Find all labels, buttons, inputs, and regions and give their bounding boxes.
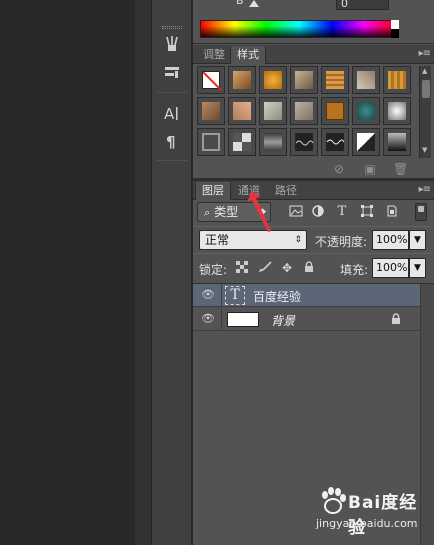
collapsed-panel-strip: A ¶ (152, 0, 192, 545)
smart-object-filter-icon[interactable] (384, 205, 400, 219)
style-swatch[interactable] (383, 128, 411, 156)
text-layer-thumbnail: T (225, 286, 245, 305)
annotation-arrow-icon (247, 191, 271, 232)
watermark: Bai度经验 jingyan.baidu.com (316, 486, 422, 538)
chevron-updown-icon: ⇕ (294, 235, 302, 245)
trash-icon[interactable]: 🗑 (393, 162, 408, 176)
style-swatch[interactable] (228, 128, 256, 156)
style-swatch[interactable] (321, 128, 349, 156)
style-swatch[interactable] (383, 97, 411, 125)
strip-separator (156, 92, 188, 93)
style-swatch[interactable] (228, 97, 256, 125)
panel-column: B 0 调整 样式 ▸≡ ▲ ▼ ⊘ ▣ 🗑 图层 通道 路径 ▸≡ ⌕ 类型 … (193, 0, 434, 545)
paw-logo-icon (322, 487, 346, 514)
svg-text:A: A (164, 105, 175, 122)
dock-grip[interactable] (162, 26, 182, 29)
layer-filter-row: ⌕ 类型 ◆ T (193, 200, 434, 225)
styles-panel-header: 调整 样式 ▸≡ (193, 45, 434, 64)
layers-scrollbar[interactable] (420, 284, 434, 545)
search-icon: ⌕ (204, 206, 211, 219)
character-icon[interactable]: A (160, 104, 184, 126)
styles-grid (197, 66, 419, 158)
channel-label: B (236, 0, 244, 7)
style-swatch-none[interactable] (197, 66, 225, 94)
lock-brush-icon[interactable] (257, 261, 273, 275)
style-swatch[interactable] (228, 66, 256, 94)
adjustment-filter-icon[interactable] (310, 205, 326, 219)
brush-presets-icon[interactable] (160, 35, 184, 57)
tab-adjustments[interactable]: 调整 (197, 46, 231, 64)
new-style-icon[interactable]: ▣ (363, 162, 377, 176)
tab-styles[interactable]: 样式 (230, 46, 266, 64)
fill-dropdown[interactable]: ▼ (409, 258, 426, 278)
tab-layers[interactable]: 图层 (195, 182, 231, 200)
fill-label: 填充: (340, 263, 369, 277)
lock-transparent-icon[interactable] (234, 261, 250, 275)
layers-panel-header: 图层 通道 路径 ▸≡ (193, 181, 434, 200)
tool-presets-icon[interactable] (160, 63, 184, 85)
panel-dock-gutter (135, 0, 152, 545)
svg-text:¶: ¶ (166, 133, 176, 150)
color-spectrum[interactable] (200, 20, 398, 38)
panel-menu-icon[interactable]: ▸≡ (419, 184, 431, 195)
layer-row-text[interactable]: 👁 T 百度经验 (193, 284, 420, 307)
layer-name[interactable]: 百度经验 (253, 288, 301, 305)
style-swatch[interactable] (321, 97, 349, 125)
scroll-thumb[interactable] (422, 80, 430, 98)
opacity-dropdown[interactable]: ▼ (409, 230, 426, 250)
watermark-url: jingyan.baidu.com (316, 517, 418, 530)
watermark-brand: Bai度经验 (348, 493, 418, 538)
style-swatch[interactable] (259, 128, 287, 156)
style-swatch[interactable] (383, 66, 411, 94)
scroll-up-icon[interactable]: ▲ (422, 67, 427, 75)
lock-move-icon[interactable]: ✥ (279, 261, 295, 275)
paragraph-icon[interactable]: ¶ (160, 132, 184, 154)
lock-row: 锁定: ✥ 填充: 100% ▼ (193, 256, 434, 280)
style-swatch[interactable] (259, 66, 287, 94)
layer-row-background[interactable]: 👁 背景 (193, 308, 420, 331)
strip-separator (156, 160, 188, 161)
blend-mode-value: 正常 (205, 233, 230, 247)
background-thumbnail (227, 312, 259, 327)
eye-icon[interactable]: 👁 (200, 289, 216, 301)
lock-label: 锁定: (199, 263, 228, 277)
fill-field[interactable]: 100% (372, 258, 409, 278)
clear-style-icon[interactable]: ⊘ (332, 162, 346, 176)
shape-filter-icon[interactable] (359, 205, 375, 219)
style-swatch[interactable] (352, 66, 380, 94)
eye-icon[interactable]: 👁 (200, 313, 216, 325)
blend-row: 正常 ⇕ 不透明度: 100% ▼ (193, 228, 434, 252)
channel-value-field[interactable]: 0 (336, 0, 389, 10)
scroll-down-icon[interactable]: ▼ (422, 146, 427, 154)
white-swatch[interactable] (391, 20, 399, 29)
filter-toggle-switch[interactable] (415, 203, 427, 221)
type-filter-icon[interactable]: T (334, 205, 350, 219)
style-swatch[interactable] (321, 66, 349, 94)
document-canvas-area (0, 0, 135, 545)
style-swatch[interactable] (197, 128, 225, 156)
style-swatch[interactable] (352, 97, 380, 125)
divider (193, 253, 434, 254)
black-swatch[interactable] (391, 29, 399, 38)
opacity-label: 不透明度: (315, 235, 368, 249)
styles-footer: ⊘ ▣ 🗑 (193, 160, 434, 178)
image-filter-icon[interactable] (288, 205, 304, 219)
filter-type-label: 类型 (214, 205, 239, 219)
lock-icon (389, 313, 403, 326)
divider (193, 226, 434, 227)
style-swatch[interactable] (197, 97, 225, 125)
channel-slider-thumb[interactable] (249, 0, 259, 7)
styles-scrollbar[interactable]: ▲ ▼ (419, 66, 431, 158)
lock-all-icon[interactable] (301, 261, 317, 275)
style-swatch[interactable] (290, 66, 318, 94)
style-swatch[interactable] (290, 97, 318, 125)
opacity-field[interactable]: 100% (372, 230, 409, 250)
style-swatch[interactable] (290, 128, 318, 156)
panel-menu-icon[interactable]: ▸≡ (419, 48, 431, 59)
style-swatch[interactable] (352, 128, 380, 156)
color-panel: B 0 (193, 0, 434, 44)
style-swatch[interactable] (259, 97, 287, 125)
layer-name[interactable]: 背景 (271, 312, 295, 329)
